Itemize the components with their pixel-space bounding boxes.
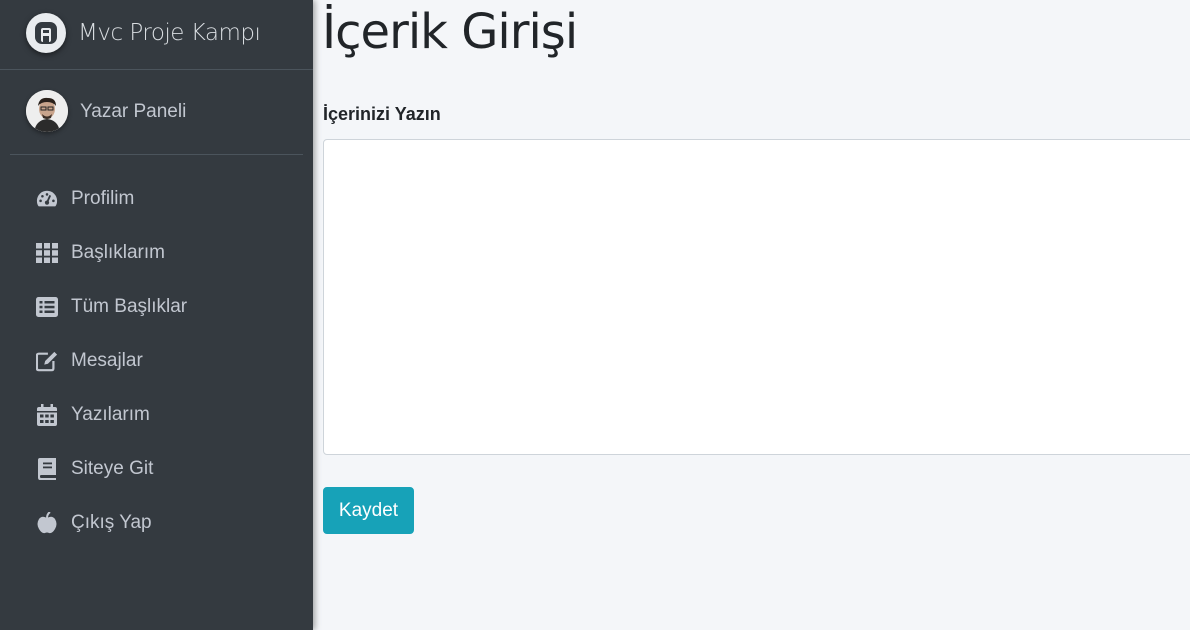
calendar-icon [36,404,58,426]
list-icon [36,296,58,318]
brand-title: Mvc Proje Kampı [78,20,261,46]
sidebar-item-label: Siteye Git [71,458,154,479]
sidebar: Mvc Proje Kampı Yazar Paneli Profilim Ba… [0,0,313,630]
a-logo-icon [26,13,66,53]
brand-link[interactable]: Mvc Proje Kampı [0,0,313,70]
edit-icon [36,350,58,372]
book-icon [36,458,58,480]
user-panel[interactable]: Yazar Paneli [10,70,303,155]
sidebar-item-basliklarim[interactable]: Başlıklarım [0,226,313,280]
sidebar-item-mesajlar[interactable]: Mesajlar [0,334,313,388]
dashboard-gauge-icon [36,188,58,210]
sidebar-item-label: Profilim [71,188,135,209]
page-title: İçerik Girişi [322,4,578,60]
sidebar-item-siteye-git[interactable]: Siteye Git [0,442,313,496]
sidebar-item-yazilarim[interactable]: Yazılarım [0,388,313,442]
sidebar-item-tum-basliklar[interactable]: Tüm Başlıklar [0,280,313,334]
grid-icon [36,242,58,264]
sidebar-item-cikis-yap[interactable]: Çıkış Yap [0,496,313,550]
sidebar-item-label: Çıkış Yap [71,512,152,533]
save-button[interactable]: Kaydet [323,487,414,534]
sidebar-item-profilim[interactable]: Profilim [0,172,313,226]
content-textarea[interactable] [323,139,1190,455]
sidebar-item-label: Başlıklarım [71,242,165,263]
avatar [26,90,68,132]
sidebar-item-label: Yazılarım [71,404,150,425]
content-field-label: İçerinizi Yazın [323,104,441,124]
sidebar-item-label: Tüm Başlıklar [71,296,188,317]
apple-icon [36,512,58,534]
user-name: Yazar Paneli [80,101,187,122]
sidebar-item-label: Mesajlar [71,350,143,371]
